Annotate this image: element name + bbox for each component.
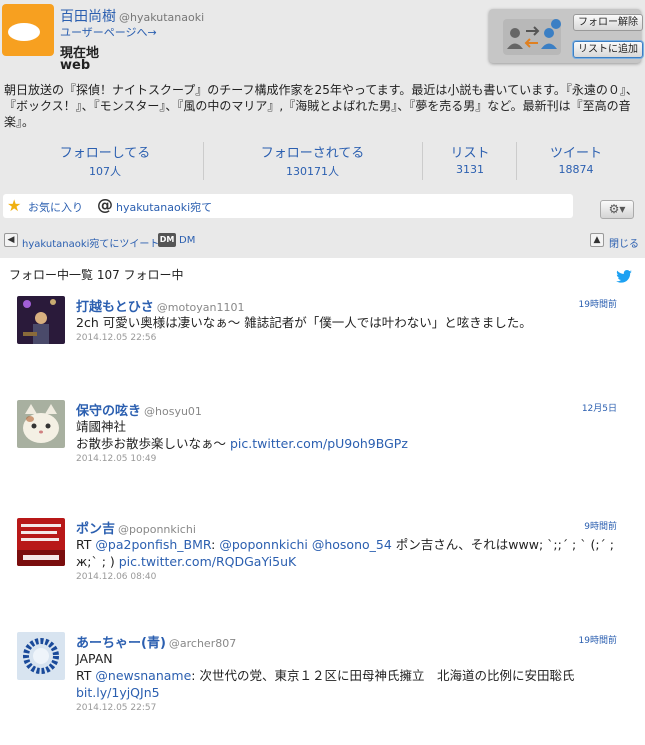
tweet-avatar[interactable] [17,632,65,680]
gear-menu-button[interactable]: ⚙▾ [600,200,634,219]
collapse-icon[interactable]: ▲ [590,233,604,247]
user-page-link[interactable]: ユーザーページへ→ [60,24,157,40]
tweet-author-row: ポン吉 @poponnkichi [76,518,196,537]
speech-bubble-icon [8,23,40,41]
reply-arrow-icon[interactable]: ◀ [4,233,18,247]
tweet-author-handle: @archer807 [168,637,237,650]
unfollow-button[interactable]: フォロー解除 [573,14,643,31]
tweet-timestamp: 2014.12.05 10:49 [76,454,157,464]
stat-value: 3131 [456,163,484,176]
tweet-relative-time[interactable]: 12月5日 [582,401,617,414]
profile-stats: フォローしてる 107人 フォローされてる 130171人 リスト 3131 ツ… [0,142,645,184]
tweet-text-line: JAPAN [76,651,113,666]
tweet-relative-time[interactable]: 9時間前 [584,519,617,532]
stat-label: フォローされてる [260,146,365,161]
tweet-author-name[interactable]: あーちゃー(青) [76,636,166,651]
mention-link[interactable]: @pa2ponfish_BMR [95,537,211,552]
tweet-item: 保守の呟き @hosyu01 12月5日 靖國神社 お散歩お散歩楽しいなぁ〜 pi… [0,400,645,510]
tweet-text: 2ch 可愛い奥様は凄いなぁ〜 雑誌記者が「僕一人では叶わない」と呟きました。 [76,315,532,330]
stat-value: 18874 [558,163,594,176]
profile-avatar[interactable] [2,4,54,56]
tweet-text-line: お散歩お散歩楽しいなぁ〜 [76,436,230,451]
tweet-avatar[interactable] [17,518,65,566]
mention-link[interactable]: @poponnkichi [219,537,308,552]
tweet-author-row: あーちゃー(青) @archer807 [76,632,236,651]
tweet-item: 打越もとひさ @motoyan1101 19時間前 2ch 可愛い奥様は凄いなぁ〜… [0,296,645,406]
tweet-text: JAPAN RT @newsnaname: 次世代の党、東京１２区に田母神氏擁立… [76,650,624,701]
bead-ring-icon [17,632,65,680]
stat-following[interactable]: フォローしてる 107人 [50,142,160,179]
tweet-link[interactable]: pic.twitter.com/pU9oh9BGPz [230,436,408,451]
gear-icon: ⚙▾ [608,202,626,216]
cat-face-icon [17,400,65,448]
tweet-avatar[interactable] [17,400,65,448]
tweet-text: RT @pa2ponfish_BMR: @poponnkichi @hosono… [76,536,624,570]
tweet-author-row: 打越もとひさ @motoyan1101 [76,296,244,315]
stat-divider [203,142,204,180]
tweet-author-name[interactable]: ポン吉 [76,522,115,537]
tweet-to-user-link[interactable]: hyakutanaoki宛てにツイート [22,235,159,250]
tab-bar: ★ お気に入り @ hyakutanaoki宛て [3,194,573,218]
twitter-bird-icon [616,270,632,283]
tweet-item: あーちゃー(青) @archer807 19時間前 JAPAN RT @newsn… [0,632,645,742]
star-icon: ★ [7,196,22,215]
panel-title: フォロー中一覧 107 フォロー中 [9,268,184,282]
dm-icon[interactable]: DM [158,233,176,247]
tab-mentions[interactable]: hyakutanaoki宛て [116,199,212,215]
profile-name-row: 百田尚樹 @hyakutanaoki [60,6,204,26]
tweet-text: 靖國神社 お散歩お散歩楽しいなぁ〜 pic.twitter.com/pU9oh9… [76,418,624,452]
tweet-timestamp: 2014.12.05 22:56 [76,333,157,343]
tweet-avatar[interactable] [17,296,65,344]
profile-name[interactable]: 百田尚樹 [60,9,116,25]
retweet-prefix: RT [76,668,96,683]
tweet-author-handle: @hosyu01 [144,405,202,418]
tweet-author-row: 保守の呟き @hosyu01 [76,400,202,419]
tweet-author-name[interactable]: 打越もとひさ [76,300,154,315]
stat-divider [422,142,423,180]
tweet-link[interactable]: pic.twitter.com/RQDGaYi5uK [119,554,296,569]
mention-link[interactable]: @newsnaname [95,668,191,683]
add-to-list-button[interactable]: リストに追加 [573,41,643,58]
concert-photo-icon [17,296,65,344]
tweet-item: ポン吉 @poponnkichi 9時間前 RT @pa2ponfish_BMR:… [0,518,645,628]
retweet-prefix: RT [76,537,96,552]
tweet-timestamp: 2014.12.06 08:40 [76,572,157,582]
stat-label: フォローしてる [59,146,151,161]
tweet-text-segment: : 次世代の党、東京１２区に田母神氏擁立 北海道の比例に安田聡氏 [191,668,575,683]
following-list-panel: フォロー中一覧 107 フォロー中 打越もとひさ @motoyan1101 19時… [0,258,645,745]
close-link[interactable]: 閉じる [609,235,639,250]
tweet-author-name[interactable]: 保守の呟き [76,404,141,419]
profile-handle: @hyakutanaoki [119,11,205,24]
location-value: web [60,58,91,73]
stat-followers[interactable]: フォローされてる 130171人 [250,142,375,179]
stat-value: 107人 [89,165,121,178]
tab-favorites[interactable]: お気に入り [28,199,83,215]
tweet-author-handle: @poponnkichi [118,523,196,536]
dm-link[interactable]: DM [179,235,195,246]
tweet-text-line: 靖國神社 [76,419,127,434]
follow-actions-popover: フォロー解除 リストに追加 [489,9,643,63]
at-sign-icon: @ [97,195,113,214]
tweet-relative-time[interactable]: 19時間前 [579,633,617,646]
following-status-icon [503,19,561,55]
mention-link[interactable]: @hosono_54 [312,537,392,552]
newspaper-logo-icon [17,518,65,566]
action-toolbar: ◀ hyakutanaoki宛てにツイート DM DM ▲ 閉じる [0,233,645,253]
tweet-timestamp: 2014.12.05 22:57 [76,703,157,713]
stat-label: リスト [450,146,490,161]
stat-tweets[interactable]: ツイート 18874 [540,142,612,176]
tweet-relative-time[interactable]: 19時間前 [579,297,617,310]
tweet-link[interactable]: bit.ly/1yjQJn5 [76,685,160,700]
stat-label: ツイート [549,146,602,161]
stat-value: 130171人 [286,165,339,178]
stat-divider [516,142,517,180]
tweet-author-handle: @motoyan1101 [156,301,245,314]
profile-bio: 朝日放送の『探偵！ナイトスクープ』のチーフ構成作家を25年やってます。最近は小説… [4,83,638,129]
stat-lists[interactable]: リスト 3131 [440,142,500,176]
